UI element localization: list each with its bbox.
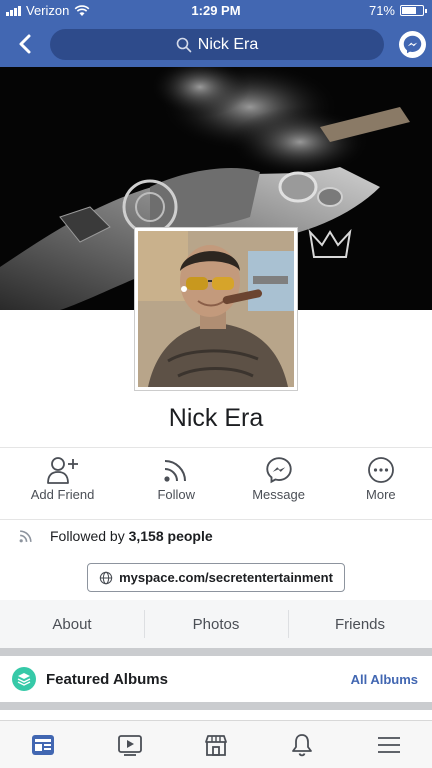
featured-albums-title: Featured Albums xyxy=(46,670,168,688)
profile-picture[interactable] xyxy=(135,228,297,390)
more-button[interactable]: More xyxy=(330,455,432,517)
menu-icon xyxy=(377,736,400,753)
tab-marketplace[interactable] xyxy=(196,725,236,765)
marketplace-icon xyxy=(205,734,227,756)
all-albums-link[interactable]: All Albums xyxy=(351,672,418,687)
tab-about[interactable]: About xyxy=(0,616,144,633)
divider xyxy=(0,519,432,520)
profile-tabs: About Photos Friends xyxy=(0,600,432,648)
messenger-icon xyxy=(403,35,422,54)
tab-friends[interactable]: Friends xyxy=(288,609,432,638)
message-label: Message xyxy=(252,487,305,502)
followers-prefix: Followed by xyxy=(50,528,125,544)
globe-icon xyxy=(99,571,113,584)
next-section-peek xyxy=(0,710,432,720)
news-feed-icon xyxy=(32,734,55,755)
more-label: More xyxy=(366,487,396,502)
watch-icon xyxy=(117,734,142,756)
tab-notifications[interactable] xyxy=(282,725,322,765)
followers-count: 3,158 people xyxy=(128,528,213,544)
layers-icon xyxy=(12,667,36,691)
messenger-button[interactable] xyxy=(399,31,426,58)
rss-icon xyxy=(19,530,32,543)
search-icon xyxy=(176,37,192,52)
bottom-tab-bar xyxy=(0,720,432,768)
status-bar: Verizon 1:29 PM 71% xyxy=(0,0,432,22)
notifications-icon xyxy=(292,733,313,756)
add-friend-button[interactable]: Add Friend xyxy=(0,455,125,517)
tab-news-feed[interactable] xyxy=(23,725,63,765)
profile-actions: Add Friend Follow Message More xyxy=(0,455,432,517)
message-button[interactable]: Message xyxy=(227,455,329,517)
tab-photos[interactable]: Photos xyxy=(144,609,288,638)
battery-group: 71% xyxy=(368,3,427,18)
nav-bar: Nick Era xyxy=(0,22,432,67)
chevron-left-icon xyxy=(19,34,31,54)
battery-percent: 71% xyxy=(368,3,395,18)
clock: 1:29 PM xyxy=(191,3,241,18)
section-separator xyxy=(0,702,432,710)
messenger-icon xyxy=(265,457,292,484)
add-friend-label: Add Friend xyxy=(30,487,95,502)
tab-menu[interactable] xyxy=(369,725,409,765)
follow-label: Follow xyxy=(157,487,196,502)
profile-name: Nick Era xyxy=(168,404,264,432)
battery-icon xyxy=(400,5,427,16)
profile-image xyxy=(138,231,294,387)
search-field[interactable]: Nick Era xyxy=(50,29,384,60)
add-friend-icon xyxy=(46,457,78,484)
rss-icon xyxy=(164,460,187,482)
followers-text: Followed by 3,158 people xyxy=(50,528,213,544)
more-icon xyxy=(367,457,394,483)
section-separator xyxy=(0,648,432,656)
tab-watch[interactable] xyxy=(110,725,150,765)
follow-button[interactable]: Follow xyxy=(125,455,227,517)
website-url: myspace.com/secretentertainment xyxy=(119,570,333,585)
followers-row[interactable]: Followed by 3,158 people xyxy=(18,528,213,544)
website-link[interactable]: myspace.com/secretentertainment xyxy=(87,563,345,592)
search-value: Nick Era xyxy=(197,35,259,53)
divider xyxy=(0,447,432,448)
back-button[interactable] xyxy=(10,30,40,58)
featured-albums-row: Featured Albums All Albums xyxy=(0,656,432,702)
